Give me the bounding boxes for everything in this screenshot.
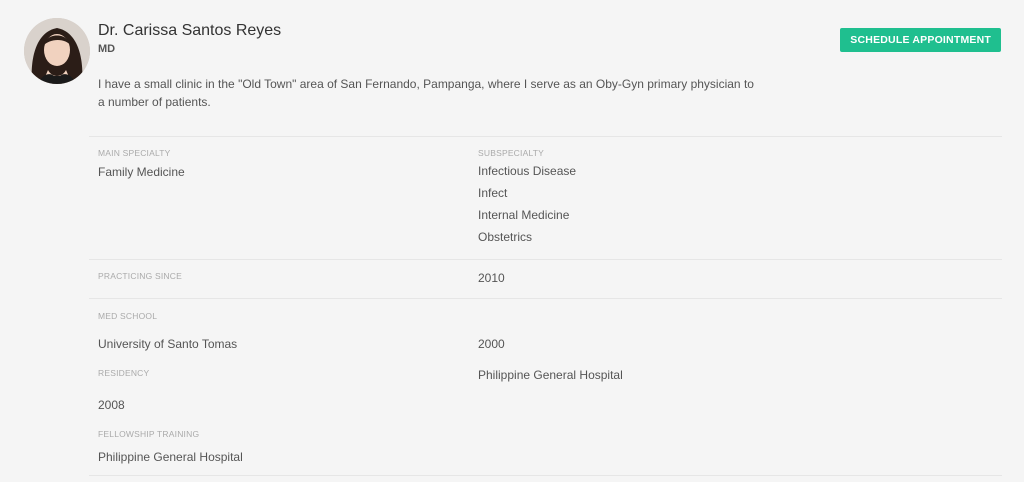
subspecialty-item: Internal Medicine: [478, 208, 570, 222]
divider: [89, 298, 1002, 299]
residency-label: RESIDENCY: [98, 368, 150, 378]
divider: [89, 136, 1002, 137]
doctor-avatar: [24, 18, 90, 84]
residency-year: 2008: [98, 398, 125, 412]
subspecialty-item: Infect: [478, 186, 508, 200]
residency-hospital: Philippine General Hospital: [478, 368, 623, 382]
practicing-since-label: PRACTICING SINCE: [98, 271, 182, 281]
schedule-appointment-button[interactable]: SCHEDULE APPOINTMENT: [840, 28, 1001, 52]
subspecialty-list: Infectious Disease Infect Internal Medic…: [478, 162, 576, 250]
divider: [89, 475, 1002, 476]
med-school-label: MED SCHOOL: [98, 311, 158, 321]
subspecialty-label: SUBSPECIALTY: [478, 148, 545, 158]
practicing-since-value: 2010: [478, 271, 505, 285]
fellowship-label: FELLOWSHIP TRAINING: [98, 429, 200, 439]
main-specialty-label: MAIN SPECIALTY: [98, 148, 171, 158]
med-school-year: 2000: [478, 337, 505, 351]
subspecialty-item: Infectious Disease: [478, 164, 577, 178]
med-school-name: University of Santo Tomas: [98, 337, 238, 351]
doctor-bio: I have a small clinic in the "Old Town" …: [98, 77, 754, 109]
fellowship-hospital: Philippine General Hospital: [98, 450, 243, 464]
doctor-name: Dr. Carissa Santos Reyes: [98, 22, 282, 39]
subspecialty-item: Obstetrics: [478, 230, 533, 244]
doctor-degree: MD: [98, 43, 116, 55]
divider: [89, 259, 1002, 260]
main-specialty-value: Family Medicine: [98, 165, 185, 179]
